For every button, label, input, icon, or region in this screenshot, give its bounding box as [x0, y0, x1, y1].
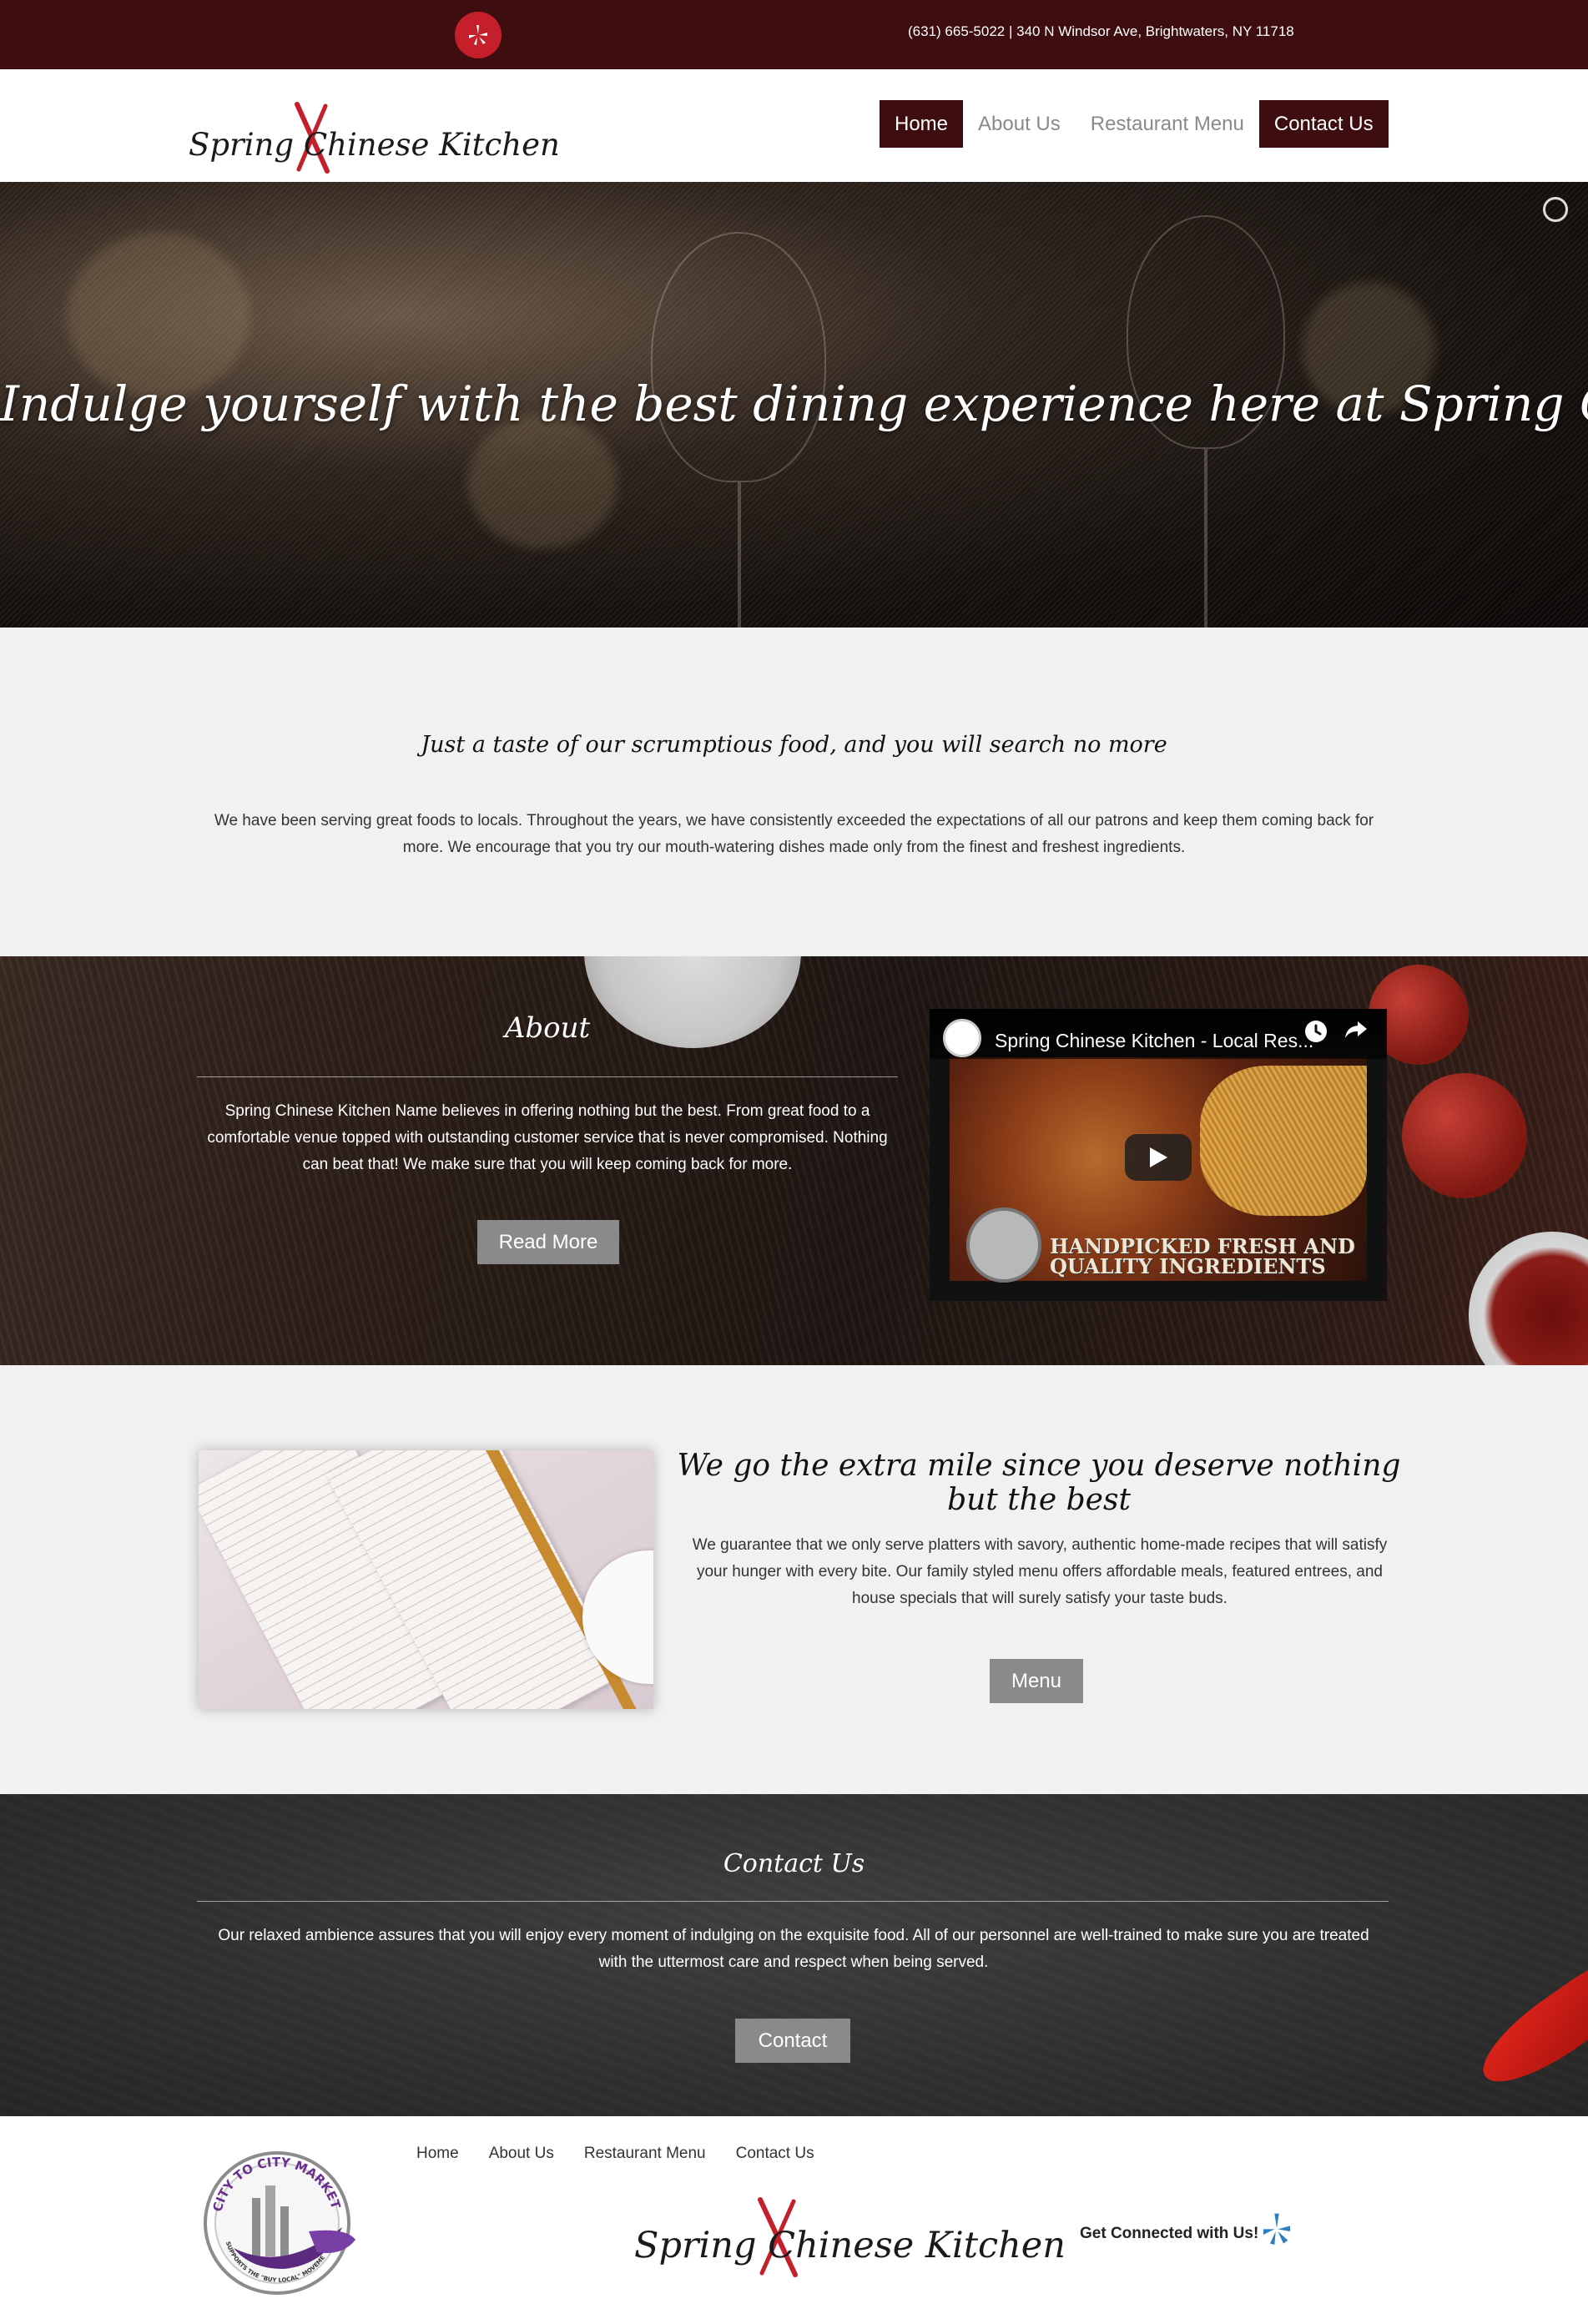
- site-footer: CITY TO CITY MARKET SUPPORTS THE "BUY LO…: [0, 2116, 1588, 2324]
- read-more-button[interactable]: Read More: [477, 1220, 619, 1264]
- footer-link-home[interactable]: Home: [416, 2145, 459, 2163]
- hero-banner: Indulge yourself with the best dining ex…: [0, 182, 1588, 628]
- contact-section: Contact Us Our relaxed ambience assures …: [0, 1794, 1588, 2116]
- contact-heading: Contact Us: [723, 1849, 865, 1878]
- footer-logo[interactable]: Spring Chinese Kitchen: [634, 2197, 1066, 2277]
- intro-section: Just a taste of our scrumptious food, an…: [0, 628, 1588, 956]
- footer-link-restaurant-menu[interactable]: Restaurant Menu: [584, 2145, 706, 2163]
- watch-later-icon[interactable]: [1305, 1021, 1327, 1042]
- get-connected-label: Get Connected with Us!: [1080, 2225, 1259, 2242]
- contact-info: (631) 665-5022 | 340 N Windsor Ave, Brig…: [908, 23, 1294, 39]
- best-section: We go the extra mile since you deserve n…: [0, 1365, 1588, 1794]
- main-nav: Home About Us Restaurant Menu Contact Us: [880, 100, 1389, 148]
- contact-button[interactable]: Contact: [735, 2019, 850, 2063]
- contact-text: Our relaxed ambience assures that you wi…: [218, 1927, 1369, 1971]
- about-heading: About: [504, 1011, 591, 1045]
- channel-avatar[interactable]: [943, 1019, 981, 1057]
- intro-heading: Just a taste of our scrumptious food, an…: [421, 732, 1167, 758]
- best-heading: We go the extra mile since you deserve n…: [677, 1449, 1401, 1517]
- video-title[interactable]: Spring Chinese Kitchen - Local Res...: [995, 1030, 1313, 1052]
- nav-home[interactable]: Home: [880, 100, 964, 148]
- nav-contact-us[interactable]: Contact Us: [1258, 100, 1389, 148]
- site-header: Spring Chinese Kitchen Home About Us Res…: [0, 69, 1588, 182]
- yelp-icon[interactable]: [1260, 2211, 1293, 2252]
- divider: [197, 1901, 1389, 1902]
- footer-link-about-us[interactable]: About Us: [489, 2145, 554, 2163]
- slider-indicator[interactable]: [1543, 197, 1568, 222]
- site-logo[interactable]: Spring Chinese Kitchen: [189, 102, 560, 174]
- play-icon[interactable]: [1125, 1134, 1192, 1181]
- video-header: Spring Chinese Kitchen - Local Res...: [930, 1009, 1387, 1059]
- video-caption-line: QUALITY INGREDIENTS: [1050, 1254, 1326, 1278]
- nav-about-us[interactable]: About Us: [963, 100, 1076, 148]
- city-to-city-market-badge[interactable]: CITY TO CITY MARKET SUPPORTS THE "BUY LO…: [198, 2143, 364, 2298]
- top-bar: (631) 665-5022 | 340 N Windsor Ave, Brig…: [0, 0, 1588, 69]
- tomato-image: [1402, 1073, 1527, 1198]
- menu-button[interactable]: Menu: [990, 1659, 1083, 1703]
- logo-text: Spring Chinese Kitchen: [189, 126, 560, 163]
- hero-title: Indulge yourself with the best dining ex…: [0, 376, 1588, 432]
- divider: [197, 1076, 898, 1077]
- share-icon[interactable]: [1343, 1019, 1369, 1046]
- menu-photo: [199, 1450, 653, 1709]
- nav-restaurant-menu[interactable]: Restaurant Menu: [1076, 100, 1259, 148]
- best-text: We guarantee that we only serve platters…: [692, 1536, 1388, 1607]
- logo-text: Spring Chinese Kitchen: [634, 2225, 1066, 2266]
- footer-link-contact-us[interactable]: Contact Us: [736, 2145, 814, 2163]
- noodles-image: [1200, 1066, 1367, 1216]
- video-caption: HANDPICKED FRESH AND QUALITY INGREDIENTS: [1050, 1237, 1355, 1277]
- video-player[interactable]: HANDPICKED FRESH AND QUALITY INGREDIENTS…: [930, 1009, 1387, 1301]
- about-section: About Spring Chinese Kitchen Name believ…: [0, 956, 1588, 1365]
- intro-text: We have been serving great foods to loca…: [214, 812, 1374, 856]
- badge-image: [966, 1207, 1041, 1283]
- about-text: Spring Chinese Kitchen Name believes in …: [207, 1102, 888, 1173]
- footer-nav: Home About Us Restaurant Menu Contact Us: [416, 2145, 814, 2163]
- yelp-icon[interactable]: [455, 12, 502, 58]
